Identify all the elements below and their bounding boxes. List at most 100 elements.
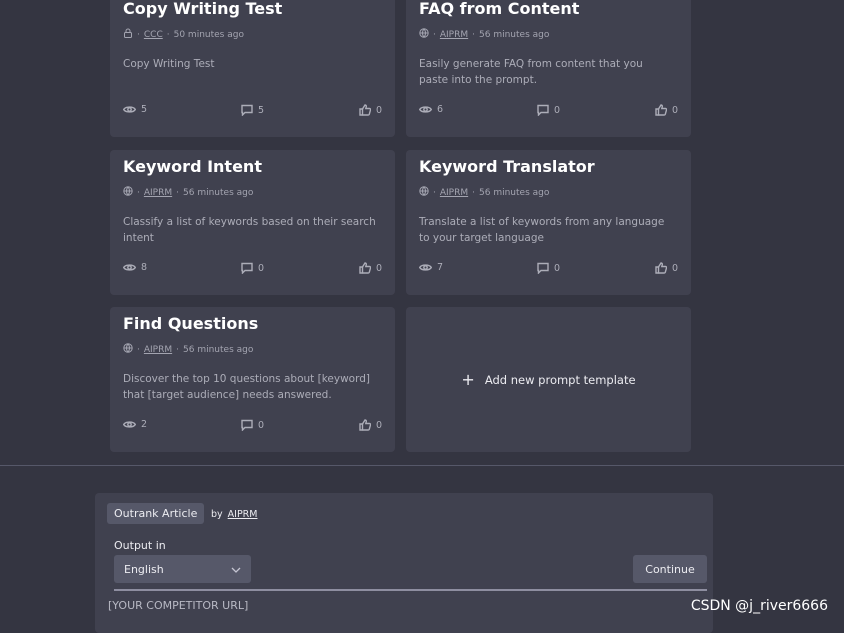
card-title: Keyword Translator [419, 157, 595, 176]
language-value: English [124, 562, 164, 576]
add-prompt-label: Add new prompt template [484, 372, 636, 387]
active-prompt-tag[interactable]: Outrank Article [107, 503, 205, 524]
comments-stat[interactable]: 0 [537, 262, 560, 274]
card-time: 56 minutes ago [479, 29, 550, 40]
likes-stat[interactable]: 0 [359, 419, 382, 431]
eye-icon [123, 421, 136, 428]
comments-count: 0 [554, 262, 561, 274]
likes-stat[interactable]: 0 [359, 104, 382, 116]
globe-icon [419, 28, 429, 41]
card-stats: 7 0 0 [419, 262, 678, 276]
divider [0, 465, 844, 466]
card-stats: 8 0 0 [123, 262, 382, 276]
prompt-input[interactable]: [YOUR COMPETITOR URL] [108, 599, 248, 612]
likes-stat[interactable]: 0 [655, 262, 678, 274]
card-description: Discover the top 10 questions about [key… [123, 373, 370, 401]
globe-icon [123, 343, 133, 356]
comment-icon [241, 104, 253, 116]
card-author[interactable]: AIPRM [144, 345, 172, 355]
eye-icon [419, 106, 432, 113]
comments-count: 0 [554, 104, 561, 116]
continue-button[interactable]: Continue [633, 555, 707, 583]
lock-icon [123, 28, 133, 41]
prompt-panel: Outrank Article by AIPRM Output in Englis… [95, 493, 713, 633]
card-meta: · AIPRM · 56 minutes ago [419, 28, 549, 41]
comment-icon [241, 262, 253, 274]
prompt-author-link[interactable]: AIPRM [228, 509, 258, 520]
comment-icon [537, 104, 549, 116]
card-description: Translate a list of keywords from any la… [419, 216, 665, 244]
comments-stat[interactable]: 0 [241, 262, 264, 274]
thumbs-up-icon [359, 419, 371, 431]
views-stat: 8 [123, 262, 147, 273]
card-author[interactable]: CCC [144, 30, 163, 40]
card-title: Keyword Intent [123, 157, 262, 176]
watermark: CSDN @j_river6666 [690, 598, 828, 614]
likes-stat[interactable]: 0 [359, 262, 382, 274]
likes-count: 0 [375, 104, 382, 116]
views-count: 6 [437, 104, 444, 115]
card-description: Classify a list of keywords based on the… [123, 216, 376, 244]
likes-stat[interactable]: 0 [655, 104, 678, 116]
comments-stat[interactable]: 0 [537, 104, 560, 116]
chevron-down-icon [231, 563, 241, 576]
prompt-card[interactable]: Find Questions · AIPRM · 56 minutes ago … [110, 307, 395, 452]
prompt-card[interactable]: Keyword Translator · AIPRM · 56 minutes … [406, 150, 691, 295]
comments-count: 5 [258, 104, 265, 116]
card-description: Easily generate FAQ from content that yo… [419, 58, 643, 86]
card-stats: 6 0 0 [419, 104, 678, 118]
card-description: Copy Writing Test [123, 58, 215, 70]
comment-icon [241, 419, 253, 431]
card-meta: · CCC · 50 minutes ago [123, 28, 244, 41]
card-time: 50 minutes ago [173, 29, 244, 40]
comments-stat[interactable]: 0 [241, 419, 264, 431]
by-label: by [211, 509, 223, 520]
input-focus-line [114, 589, 707, 591]
card-meta: · AIPRM · 56 minutes ago [419, 186, 549, 199]
card-meta: · AIPRM · 56 minutes ago [123, 186, 253, 199]
output-label: Output in [114, 539, 166, 552]
card-title: Copy Writing Test [123, 0, 283, 18]
likes-count: 0 [375, 419, 382, 431]
prompt-byline: by AIPRM [211, 509, 257, 520]
views-stat: 2 [123, 419, 147, 430]
views-stat: 5 [123, 104, 147, 115]
thumbs-up-icon [655, 262, 667, 274]
globe-icon [419, 186, 429, 199]
thumbs-up-icon [359, 104, 371, 116]
comments-stat[interactable]: 5 [241, 104, 264, 116]
prompt-card[interactable]: FAQ from Content · AIPRM · 56 minutes ag… [406, 0, 691, 137]
card-time: 56 minutes ago [479, 187, 550, 198]
card-stats: 5 5 0 [123, 104, 382, 118]
card-author[interactable]: AIPRM [440, 188, 468, 198]
card-stats: 2 0 0 [123, 419, 382, 433]
card-author[interactable]: AIPRM [440, 30, 468, 40]
card-time: 56 minutes ago [183, 187, 254, 198]
views-stat: 6 [419, 104, 443, 115]
comment-icon [537, 262, 549, 274]
views-count: 5 [141, 104, 148, 115]
likes-count: 0 [671, 104, 678, 116]
card-title: FAQ from Content [419, 0, 580, 18]
plus-icon: + [461, 370, 475, 389]
views-count: 7 [437, 262, 444, 273]
card-title: Find Questions [123, 314, 259, 333]
comments-count: 0 [258, 262, 265, 274]
comments-count: 0 [258, 419, 265, 431]
thumbs-up-icon [655, 104, 667, 116]
eye-icon [419, 264, 432, 271]
card-meta: · AIPRM · 56 minutes ago [123, 343, 253, 356]
add-prompt-template-button[interactable]: + Add new prompt template [406, 307, 691, 452]
globe-icon [123, 186, 133, 199]
prompt-card[interactable]: Copy Writing Test · CCC · 50 minutes ago… [110, 0, 395, 137]
views-count: 2 [141, 419, 148, 430]
language-select[interactable]: English [114, 555, 251, 583]
prompt-card[interactable]: Keyword Intent · AIPRM · 56 minutes ago … [110, 150, 395, 295]
card-time: 56 minutes ago [183, 344, 254, 355]
card-author[interactable]: AIPRM [144, 188, 172, 198]
views-stat: 7 [419, 262, 443, 273]
likes-count: 0 [375, 262, 382, 274]
eye-icon [123, 106, 136, 113]
thumbs-up-icon [359, 262, 371, 274]
views-count: 8 [141, 262, 148, 273]
